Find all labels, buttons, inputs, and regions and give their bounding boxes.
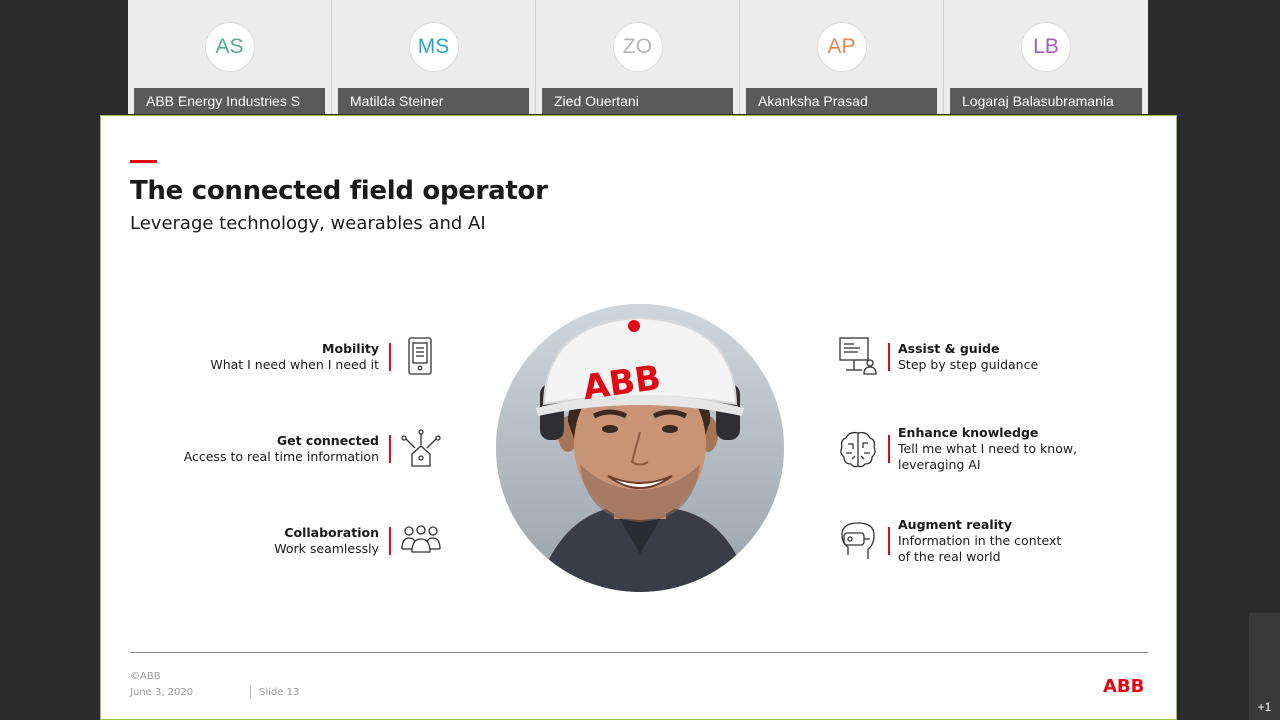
footer-separator [250,686,251,698]
slide-subtitle: Leverage technology, wearables and AI [130,213,486,234]
feature-divider [389,435,391,463]
vr-headset-icon [840,521,876,561]
feature-description: Work seamlessly [274,541,379,556]
feature-description: Access to real time information [183,449,379,464]
abb-logo: ABB [1103,676,1149,699]
shared-slide: The connected field operator Leverage te… [100,115,1177,720]
copyright: ©ABB [130,671,161,682]
team-icon [401,525,441,553]
avatar: ZO [612,22,663,72]
feature-title: Enhance knowledge [898,425,1039,440]
feature-enhance-knowledge: Enhance knowledge Tell me what I need to… [898,425,1077,473]
participant-tile[interactable]: ZO Zied Ouertani [536,0,740,114]
slide-title: The connected field operator [130,176,548,206]
feature-description: Step by step guidance [898,357,1039,372]
feature-description: What I need when I need it [210,357,379,372]
more-participants-button[interactable]: +1 [1249,613,1280,720]
feature-title: Get connected [276,433,379,448]
slide-number: Slide 13 [259,687,300,698]
feature-divider [389,343,391,371]
feature-get-connected: Get connected Access to real time inform… [184,433,379,465]
svg-text:ABB: ABB [1103,676,1144,694]
more-participants-count: +1 [1257,700,1272,714]
feature-divider [888,343,890,371]
feature-mobility: Mobility What I need when I need it [210,341,379,373]
feature-divider [389,527,391,555]
feature-collaboration: Collaboration Work seamlessly [274,525,379,557]
avatar: AS [204,22,255,72]
connected-home-icon [401,429,441,469]
participant-tile[interactable]: AP Akanksha Prasad [740,0,944,114]
mobile-device-icon [406,337,434,375]
feature-description: Information in the context [898,533,1062,548]
participant-tile[interactable]: MS Matilda Steiner [332,0,536,114]
participant-name: ABB Energy Industries S [134,88,325,114]
feature-title: Mobility [322,341,379,356]
participant-tile[interactable]: LB Logaraj Balasubramania [944,0,1148,114]
participant-name: Logaraj Balasubramania [950,88,1142,114]
brain-icon [839,429,877,469]
participant-name: Zied Ouertani [542,88,733,114]
feature-assist-guide: Assist & guide Step by step guidance [898,341,1038,373]
feature-description: of the real world [898,549,1001,564]
participant-tile[interactable]: AS ABB Energy Industries S [128,0,332,114]
feature-augment-reality: Augment reality Information in the conte… [898,517,1061,565]
avatar: LB [1021,22,1071,72]
participant-name: Akanksha Prasad [746,88,937,114]
footer-divider [130,652,1148,653]
feature-divider [888,527,890,555]
participant-name: Matilda Steiner [338,88,529,114]
feature-title: Assist & guide [898,341,1000,356]
feature-title: Augment reality [898,517,1013,532]
presentation-guide-icon [838,336,878,376]
avatar: AP [816,22,867,72]
field-operator-photo: ABB [496,304,784,592]
avatar: MS [408,22,459,72]
participant-strip: AS ABB Energy Industries S MS Matilda St… [128,0,1149,114]
title-accent [130,160,157,163]
slide-date: June 3, 2020 [130,687,194,698]
feature-divider [888,435,890,463]
feature-description: leveraging AI [898,457,981,472]
feature-title: Collaboration [284,525,379,540]
feature-description: Tell me what I need to know, [898,441,1078,456]
